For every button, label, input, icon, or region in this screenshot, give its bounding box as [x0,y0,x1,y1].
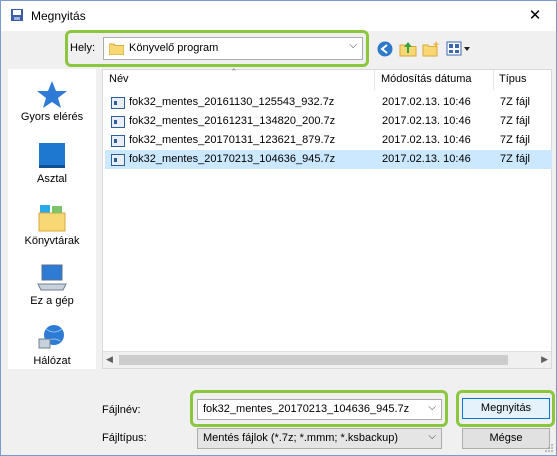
filetype-label: Fájltípus: [102,432,147,444]
file-type: 7Z fájl [500,115,530,127]
back-icon[interactable] [376,40,394,58]
place-libraries[interactable]: Könyvtárak [8,199,96,259]
scroll-left-icon[interactable]: ◀ [106,354,113,365]
title-bar: Megnyitás ✕ [1,1,556,31]
libraries-icon [38,205,66,232]
archive-file-icon [111,116,125,128]
up-folder-icon[interactable] [399,40,417,58]
file-name: fok32_mentes_20170213_104636_945.7z [129,153,336,165]
filename-highlight [190,390,448,427]
place-desktop[interactable]: Asztal [8,137,96,197]
open-dialog: Megnyitás ✕ Hely: Könyvelő program ⌵ Gyo… [0,0,557,456]
place-network[interactable]: Hálózat [8,319,96,379]
window-title: Megnyitás [31,9,86,23]
place-label: Gyors elérés [20,111,84,123]
file-date: 2017.02.13. 10:46 [382,115,471,127]
file-row[interactable]: fok32_mentes_20170131_123621_879.7z 2017… [105,131,552,150]
archive-file-icon [111,135,125,147]
place-label: Könyvtárak [24,235,80,247]
place-quick-access[interactable]: Gyors elérés [8,75,96,135]
desktop-icon [39,143,65,168]
filetype-select[interactable]: Mentés fájlok (*.7z; *.mmm; *.ksbackup) … [197,428,442,449]
scroll-right-icon[interactable]: ▶ [541,354,548,365]
file-row-selected[interactable]: fok32_mentes_20170213_104636_945.7z 2017… [105,150,552,169]
place-label: Hálózat [33,355,71,367]
place-label: Ez a gép [30,295,74,307]
cancel-button[interactable]: Mégse [462,428,550,449]
archive-file-icon [111,154,125,166]
file-date: 2017.02.13. 10:46 [382,134,471,146]
file-type: 7Z fájl [500,96,530,108]
location-highlight [65,30,369,67]
file-row[interactable]: fok32_mentes_20161231_134820_200.7z 2017… [105,112,552,131]
place-label: Asztal [37,173,67,185]
file-date: 2017.02.13. 10:46 [382,153,471,165]
new-folder-icon[interactable] [422,40,440,58]
file-date: 2017.02.13. 10:46 [382,96,471,108]
chevron-down-icon: ⌵ [428,431,436,442]
file-list[interactable]: ⌃ Név Módosítás dátuma Típus fok32_mente… [102,67,553,369]
file-type: 7Z fájl [500,153,530,165]
file-name: fok32_mentes_20161231_134820_200.7z [129,115,336,127]
file-name: fok32_mentes_20170131_123621_879.7z [129,134,336,146]
scrollbar-thumb[interactable] [119,355,508,365]
close-button[interactable]: ✕ [520,4,550,28]
archive-file-icon [111,97,125,109]
file-type: 7Z fájl [500,134,530,146]
filetype-value: Mentés fájlok (*.7z; *.mmm; *.ksbackup) [203,432,399,444]
file-row[interactable]: fok32_mentes_20161130_125543_932.7z 2017… [105,93,552,112]
computer-icon [37,264,67,291]
quick-access-star-icon [37,81,67,108]
places-bar: Gyors elérés Asztal Könyvtárak Ez a gép [8,69,96,369]
horizontal-scrollbar[interactable]: ◀ ▶ [103,351,551,368]
column-header-name[interactable]: Név [103,70,375,88]
resize-grip-icon[interactable] [544,443,554,453]
file-name: fok32_mentes_20161130_125543_932.7z [129,96,335,108]
column-header-type[interactable]: Típus [493,70,553,88]
filename-label: Fájlnév: [102,404,141,416]
app-icon [11,9,23,21]
network-icon [38,325,64,349]
place-this-pc[interactable]: Ez a gép [8,259,96,319]
column-header-date[interactable]: Módosítás dátuma [375,70,493,88]
view-menu-icon[interactable] [446,40,472,58]
open-button-highlight [456,390,555,427]
